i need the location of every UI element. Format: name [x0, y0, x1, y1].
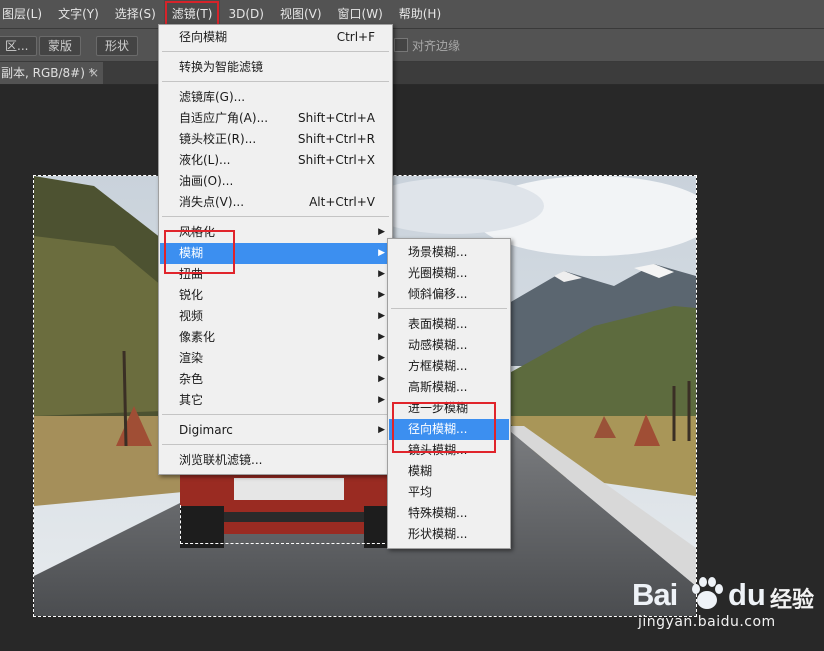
document-tab[interactable]: 副本, RGB/8#) * ×	[0, 62, 103, 84]
submenu-arrow-icon: ▶	[378, 374, 385, 384]
menu-layer[interactable]: 图层(L)	[0, 0, 50, 28]
menu-item-stylize[interactable]: 风格化 ▶	[160, 222, 391, 243]
watermark-brand-text: Bai	[632, 577, 678, 612]
menu-item-video[interactable]: 视频 ▶	[160, 306, 391, 327]
menu-item-last-filter[interactable]: 径向模糊 Ctrl+F	[160, 27, 391, 48]
menu-item-adaptive-wide-angle[interactable]: 自适应广角(A)... Shift+Ctrl+A	[160, 108, 391, 129]
submenu-arrow-icon: ▶	[378, 227, 385, 237]
submenu-arrow-icon: ▶	[378, 332, 385, 342]
mask-button[interactable]: 蒙版	[39, 36, 82, 56]
menu-item-lens-correction[interactable]: 镜头校正(R)... Shift+Ctrl+R	[160, 129, 391, 150]
menu-item-smart-blur[interactable]: 特殊模糊...	[389, 503, 509, 524]
menu-item-convert-smart-filter[interactable]: 转换为智能滤镜	[160, 57, 391, 78]
menu-item-iris-blur[interactable]: 光圈模糊...	[389, 263, 509, 284]
menu-item-blur-more[interactable]: 进一步模糊	[389, 398, 509, 419]
submenu-arrow-icon: ▶	[378, 395, 385, 405]
menu-item-average[interactable]: 平均	[389, 482, 509, 503]
menu-item-oil-paint[interactable]: 油画(O)...	[160, 171, 391, 192]
menu-item-liquify[interactable]: 液化(L)... Shift+Ctrl+X	[160, 150, 391, 171]
menu-item-distort[interactable]: 扭曲 ▶	[160, 264, 391, 285]
menu-item-surface-blur[interactable]: 表面模糊...	[389, 314, 509, 335]
menu-separator	[162, 414, 389, 415]
options-bar: 区... 蒙版 形状 对齐边缘	[0, 29, 824, 62]
menu-item-sharpen[interactable]: 锐化 ▶	[160, 285, 391, 306]
menu-item-noise[interactable]: 杂色 ▶	[160, 369, 391, 390]
submenu-arrow-icon: ▶	[378, 248, 385, 258]
paw-logo-icon	[692, 577, 723, 609]
menu-item-gaussian-blur[interactable]: 高斯模糊...	[389, 377, 509, 398]
submenu-arrow-icon: ▶	[378, 353, 385, 363]
menu-item-render[interactable]: 渲染 ▶	[160, 348, 391, 369]
menu-item-tilt-shift[interactable]: 倾斜偏移...	[389, 284, 509, 305]
menu-item-browse-filters-online[interactable]: 浏览联机滤镜...	[160, 450, 391, 471]
document-tab-bar: 副本, RGB/8#) * ×	[0, 62, 824, 85]
menu-item-radial-blur[interactable]: 径向模糊...	[389, 419, 509, 440]
watermark-jingyan-text: 经验	[770, 588, 815, 613]
shape-button[interactable]: 形状	[96, 36, 139, 56]
align-edges-checkbox[interactable]	[394, 38, 408, 52]
menu-item-lens-blur[interactable]: 镜头模糊...	[389, 440, 509, 461]
menu-item-other[interactable]: 其它 ▶	[160, 390, 391, 411]
menu-item-blur[interactable]: 模糊 ▶	[160, 243, 391, 264]
menu-item-filter-gallery[interactable]: 滤镜库(G)...	[160, 87, 391, 108]
align-edges-label: 对齐边缘	[412, 39, 461, 53]
menu-separator	[391, 308, 507, 309]
select-subject-button[interactable]: 区...	[0, 36, 38, 56]
menu-type[interactable]: 文字(Y)	[50, 0, 107, 28]
menu-item-vanishing-point[interactable]: 消失点(V)... Alt+Ctrl+V	[160, 192, 391, 213]
submenu-arrow-icon: ▶	[378, 311, 385, 321]
menu-separator	[162, 444, 389, 445]
menu-item-motion-blur[interactable]: 动感模糊...	[389, 335, 509, 356]
menu-bar: 图层(L) 文字(Y) 选择(S) 滤镜(T) 3D(D) 视图(V) 窗口(W…	[0, 0, 824, 29]
submenu-arrow-icon: ▶	[378, 425, 385, 435]
menu-item-pixelate[interactable]: 像素化 ▶	[160, 327, 391, 348]
watermark-brand-text: du	[728, 577, 766, 612]
menu-item-shape-blur[interactable]: 形状模糊...	[389, 524, 509, 545]
menu-select[interactable]: 选择(S)	[107, 0, 164, 28]
menu-item-digimarc[interactable]: Digimarc ▶	[160, 420, 391, 441]
document-tab-title: 副本, RGB/8#) *	[1, 66, 95, 80]
menu-separator	[162, 216, 389, 217]
submenu-arrow-icon: ▶	[378, 290, 385, 300]
menu-help[interactable]: 帮助(H)	[391, 0, 449, 28]
close-icon[interactable]: ×	[89, 62, 99, 84]
watermark-url: jingyan.baidu.com	[638, 614, 776, 630]
menu-separator	[162, 81, 389, 82]
filter-menu: 径向模糊 Ctrl+F 转换为智能滤镜 滤镜库(G)... 自适应广角(A)...…	[158, 24, 393, 475]
blur-submenu: 场景模糊... 光圈模糊... 倾斜偏移... 表面模糊... 动感模糊... …	[387, 238, 511, 549]
menu-separator	[162, 51, 389, 52]
baidu-watermark: Bai du 经验 jingyan.baidu.com	[632, 574, 824, 651]
menu-item-blur-plain[interactable]: 模糊	[389, 461, 509, 482]
menu-item-field-blur[interactable]: 场景模糊...	[389, 242, 509, 263]
menu-item-box-blur[interactable]: 方框模糊...	[389, 356, 509, 377]
submenu-arrow-icon: ▶	[378, 269, 385, 279]
